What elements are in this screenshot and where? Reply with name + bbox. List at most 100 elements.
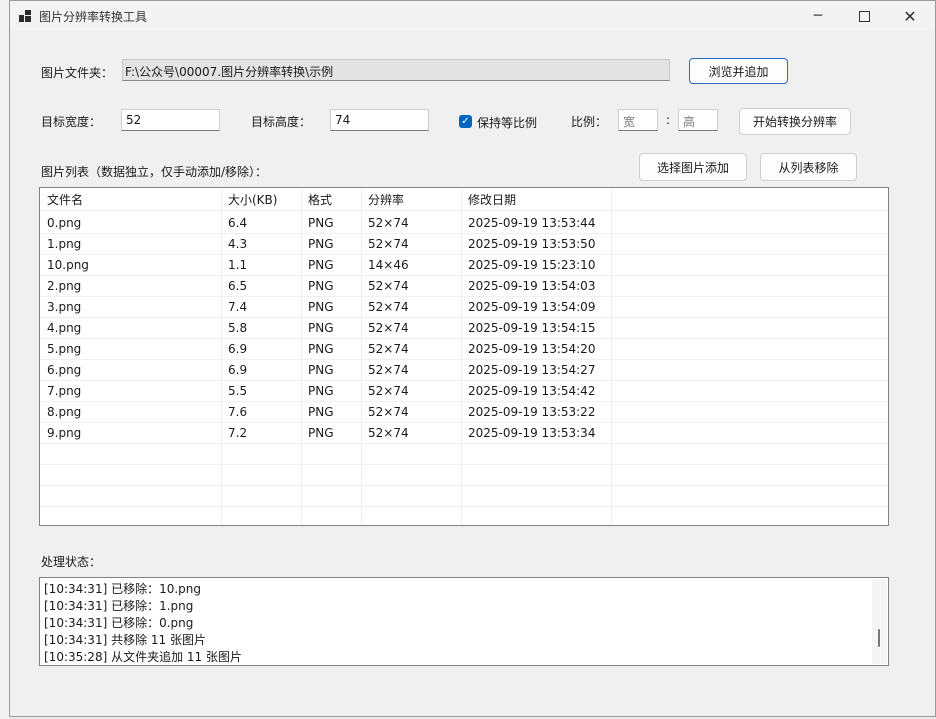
table-row[interactable]: 0.png 6.4 PNG 52×74 2025-09-19 13:53:44 — [40, 213, 888, 234]
cell-filename: 3.png — [47, 300, 82, 314]
keep-ratio-checkbox[interactable]: ✓ — [459, 115, 472, 128]
cell-format: PNG — [308, 258, 334, 272]
cell-filename: 6.png — [47, 363, 82, 377]
cell-size: 6.5 — [228, 279, 248, 293]
cell-modified: 2025-09-19 13:54:27 — [468, 363, 596, 377]
log-line: [10:34:31] 已移除：0.png — [44, 616, 194, 630]
select-images-add-button[interactable]: 选择图片添加 — [639, 153, 747, 181]
minimize-button[interactable]: ─ — [795, 1, 841, 31]
target-height-label: 目标高度： — [251, 115, 312, 129]
close-icon: ✕ — [903, 6, 917, 26]
target-width-input[interactable]: 52 — [121, 109, 220, 131]
table-header: 文件名 大小(KB) 格式 分辨率 修改日期 — [40, 190, 888, 211]
column-header-filename[interactable]: 文件名 — [40, 190, 83, 211]
cell-format: PNG — [308, 216, 334, 230]
image-list-table[interactable]: 文件名 大小(KB) 格式 分辨率 修改日期 0.png 6.4 PNG 52×74 2… — [39, 187, 889, 526]
log-scrollbar[interactable] — [872, 579, 887, 664]
cell-resolution: 52×74 — [368, 300, 409, 314]
check-icon: ✓ — [461, 116, 470, 127]
cell-modified: 2025-09-19 13:54:42 — [468, 384, 596, 398]
cell-resolution: 52×74 — [368, 237, 409, 251]
browse-append-button[interactable]: 浏览并追加 — [689, 58, 788, 84]
cell-format: PNG — [308, 237, 334, 251]
log-line: [10:35:28] 从文件夹追加 11 张图片 — [44, 650, 242, 664]
table-row[interactable]: 6.png 6.9 PNG 52×74 2025-09-19 13:54:27 — [40, 360, 888, 381]
empty-row — [40, 465, 888, 486]
cell-resolution: 52×74 — [368, 384, 409, 398]
empty-row — [40, 444, 888, 465]
ratio-colon: : — [666, 113, 671, 127]
cell-modified: 2025-09-19 13:54:09 — [468, 300, 596, 314]
table-row[interactable]: 1.png 4.3 PNG 52×74 2025-09-19 13:53:50 — [40, 234, 888, 255]
column-header-format[interactable]: 格式 — [301, 190, 332, 211]
cell-modified: 2025-09-19 13:53:34 — [468, 426, 596, 440]
cell-modified: 2025-09-19 13:53:22 — [468, 405, 596, 419]
cell-resolution: 52×74 — [368, 216, 409, 230]
cell-filename: 4.png — [47, 321, 82, 335]
remove-from-list-button[interactable]: 从列表移除 — [760, 153, 857, 181]
table-row[interactable]: 7.png 5.5 PNG 52×74 2025-09-19 13:54:42 — [40, 381, 888, 402]
folder-label: 图片文件夹： — [41, 66, 114, 80]
cell-filename: 0.png — [47, 216, 82, 230]
cell-format: PNG — [308, 342, 334, 356]
cell-format: PNG — [308, 363, 334, 377]
cell-modified: 2025-09-19 13:54:03 — [468, 279, 596, 293]
column-header-modified[interactable]: 修改日期 — [461, 190, 516, 211]
table-row[interactable]: 8.png 7.6 PNG 52×74 2025-09-19 13:53:22 — [40, 402, 888, 423]
table-row[interactable]: 5.png 6.9 PNG 52×74 2025-09-19 13:54:20 — [40, 339, 888, 360]
cell-size: 6.4 — [228, 216, 248, 230]
cell-filename: 2.png — [47, 279, 82, 293]
cell-format: PNG — [308, 384, 334, 398]
table-row[interactable]: 2.png 6.5 PNG 52×74 2025-09-19 13:54:03 — [40, 276, 888, 297]
cell-resolution: 52×74 — [368, 342, 409, 356]
cell-filename: 9.png — [47, 426, 82, 440]
cell-size: 7.2 — [228, 426, 248, 440]
cell-filename: 5.png — [47, 342, 82, 356]
app-icon — [19, 10, 31, 22]
keep-ratio-label: 保持等比例 — [477, 116, 538, 130]
log-line: [10:34:31] 已移除：1.png — [44, 599, 194, 613]
start-convert-button[interactable]: 开始转换分辨率 — [739, 108, 851, 135]
window-title: 图片分辨率转换工具 — [39, 10, 148, 24]
table-row[interactable]: 10.png 1.1 PNG 14×46 2025-09-19 15:23:10 — [40, 255, 888, 276]
cell-size: 7.6 — [228, 405, 248, 419]
status-label: 处理状态： — [41, 555, 102, 569]
cell-resolution: 52×74 — [368, 426, 409, 440]
title-bar: 图片分辨率转换工具 ─ ✕ — [10, 1, 935, 31]
folder-path-field[interactable]: F:\公众号\00007.图片分辨率转换\示例 — [122, 59, 670, 81]
ratio-height-input[interactable]: 高 — [678, 109, 718, 131]
empty-row — [40, 486, 888, 507]
status-log[interactable]: [10:34:31] 已移除：10.png [10:34:31] 已移除：1.p… — [39, 577, 889, 666]
log-line: [10:34:31] 已移除：10.png — [44, 582, 201, 596]
maximize-icon — [858, 10, 870, 22]
target-height-input[interactable]: 74 — [330, 109, 429, 131]
cell-format: PNG — [308, 300, 334, 314]
cell-resolution: 52×74 — [368, 321, 409, 335]
column-header-resolution[interactable]: 分辨率 — [361, 190, 404, 211]
cell-modified: 2025-09-19 13:53:44 — [468, 216, 596, 230]
cell-resolution: 14×46 — [368, 258, 409, 272]
cell-size: 7.4 — [228, 300, 248, 314]
app-window: 图片分辨率转换工具 ─ ✕ 图片文件夹： F:\公众号\00007.图片分辨率转… — [9, 0, 936, 717]
log-line: [10:34:31] 共移除 11 张图片 — [44, 633, 206, 647]
cell-modified: 2025-09-19 13:54:20 — [468, 342, 596, 356]
table-row[interactable]: 3.png 7.4 PNG 52×74 2025-09-19 13:54:09 — [40, 297, 888, 318]
minimize-icon: ─ — [813, 8, 823, 24]
cell-size: 1.1 — [228, 258, 248, 272]
cell-format: PNG — [308, 279, 334, 293]
cell-format: PNG — [308, 321, 334, 335]
maximize-button[interactable] — [841, 1, 887, 31]
ratio-width-input[interactable]: 宽 — [618, 109, 658, 131]
log-scroll-thumb[interactable] — [878, 629, 880, 647]
cell-format: PNG — [308, 426, 334, 440]
cell-size: 6.9 — [228, 342, 248, 356]
table-row[interactable]: 9.png 7.2 PNG 52×74 2025-09-19 13:53:34 — [40, 423, 888, 444]
cell-filename: 10.png — [47, 258, 89, 272]
cell-size: 5.5 — [228, 384, 248, 398]
table-row[interactable]: 4.png 5.8 PNG 52×74 2025-09-19 13:54:15 — [40, 318, 888, 339]
column-header-size[interactable]: 大小(KB) — [221, 190, 277, 211]
close-button[interactable]: ✕ — [887, 1, 933, 31]
cell-filename: 1.png — [47, 237, 82, 251]
cell-modified: 2025-09-19 15:23:10 — [468, 258, 596, 272]
cell-resolution: 52×74 — [368, 405, 409, 419]
